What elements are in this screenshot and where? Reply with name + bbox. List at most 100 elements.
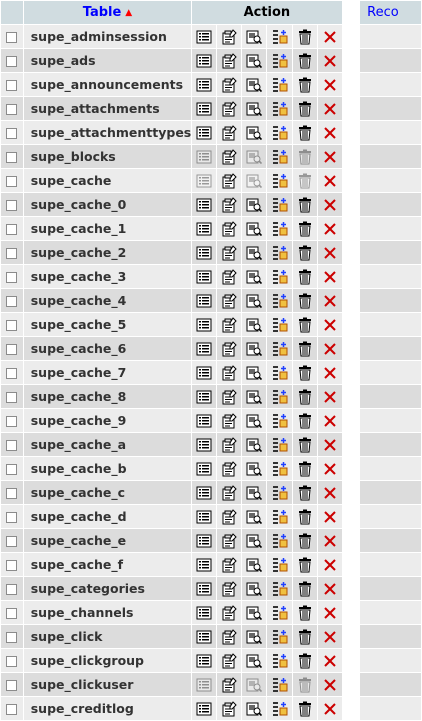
table-name[interactable]: supe_cache_9 [23, 409, 192, 432]
empty-icon[interactable] [293, 221, 317, 237]
drop-icon[interactable] [318, 486, 341, 500]
search-icon[interactable] [242, 341, 266, 357]
search-icon[interactable] [242, 293, 266, 309]
insert-icon[interactable] [267, 245, 292, 261]
sort-ascending-icon[interactable]: ▲ [125, 8, 132, 18]
search-icon[interactable] [242, 605, 266, 621]
drop-icon[interactable] [318, 174, 341, 188]
row-checkbox[interactable] [6, 440, 18, 451]
insert-icon[interactable] [267, 461, 292, 477]
search-icon[interactable] [242, 245, 266, 261]
empty-icon[interactable] [293, 317, 317, 333]
drop-icon[interactable] [318, 702, 341, 716]
empty-icon[interactable] [293, 485, 317, 501]
empty-icon[interactable] [293, 389, 317, 405]
row-checkbox[interactable] [6, 224, 18, 235]
browse-icon[interactable] [192, 582, 216, 596]
browse-icon[interactable] [192, 438, 216, 452]
table-name[interactable]: supe_cache_0 [23, 193, 192, 216]
search-icon[interactable] [242, 29, 266, 45]
insert-icon[interactable] [267, 437, 292, 453]
row-checkbox[interactable] [6, 416, 18, 427]
row-checkbox[interactable] [6, 512, 18, 523]
row-checkbox[interactable] [6, 344, 18, 355]
structure-icon[interactable] [217, 76, 241, 93]
search-icon[interactable] [242, 485, 266, 501]
row-checkbox[interactable] [6, 56, 18, 67]
table-name[interactable]: supe_cache_b [23, 457, 192, 480]
structure-icon[interactable] [217, 220, 241, 237]
records-column-header[interactable]: Reco [360, 1, 421, 24]
insert-icon[interactable] [267, 389, 292, 405]
drop-icon[interactable] [318, 318, 341, 332]
structure-icon[interactable] [217, 532, 241, 549]
empty-icon[interactable] [293, 629, 317, 645]
table-name[interactable]: supe_categories [23, 577, 192, 600]
insert-icon[interactable] [267, 557, 292, 573]
structure-icon[interactable] [217, 172, 241, 189]
search-icon[interactable] [242, 125, 266, 141]
table-name[interactable]: supe_cache_5 [23, 313, 192, 336]
row-checkbox[interactable] [6, 560, 18, 571]
browse-icon[interactable] [192, 126, 216, 140]
empty-icon[interactable] [293, 125, 317, 141]
structure-icon[interactable] [217, 364, 241, 381]
row-checkbox[interactable] [6, 488, 18, 499]
structure-icon[interactable] [217, 484, 241, 501]
browse-icon[interactable] [192, 462, 216, 476]
empty-icon[interactable] [293, 461, 317, 477]
row-checkbox[interactable] [6, 152, 18, 163]
insert-icon[interactable] [267, 149, 292, 165]
empty-icon[interactable] [293, 413, 317, 429]
empty-icon[interactable] [293, 269, 317, 285]
insert-icon[interactable] [267, 509, 292, 525]
browse-icon[interactable] [192, 510, 216, 524]
row-checkbox[interactable] [6, 632, 18, 643]
empty-icon[interactable] [293, 197, 317, 213]
row-checkbox[interactable] [6, 680, 18, 691]
table-name[interactable]: supe_ads [23, 49, 192, 72]
row-checkbox[interactable] [6, 656, 18, 667]
table-name[interactable]: supe_cache_4 [23, 289, 192, 312]
insert-icon[interactable] [267, 77, 292, 93]
browse-icon[interactable] [192, 366, 216, 380]
insert-icon[interactable] [267, 101, 292, 117]
empty-icon[interactable] [293, 29, 317, 45]
table-name[interactable]: supe_cache [23, 169, 192, 192]
search-icon[interactable] [242, 629, 266, 645]
browse-icon[interactable] [192, 606, 216, 620]
drop-icon[interactable] [318, 678, 341, 692]
row-checkbox[interactable] [6, 272, 18, 283]
browse-icon[interactable] [192, 102, 216, 116]
structure-icon[interactable] [217, 100, 241, 117]
empty-icon[interactable] [293, 101, 317, 117]
insert-icon[interactable] [267, 485, 292, 501]
search-icon[interactable] [242, 365, 266, 381]
table-name[interactable]: supe_cache_7 [23, 361, 192, 384]
insert-icon[interactable] [267, 269, 292, 285]
search-icon[interactable] [242, 101, 266, 117]
search-icon[interactable] [242, 197, 266, 213]
empty-icon[interactable] [293, 53, 317, 69]
browse-icon[interactable] [192, 198, 216, 212]
insert-icon[interactable] [267, 653, 292, 669]
records-column-label[interactable]: Reco [367, 5, 399, 20]
table-name[interactable]: supe_clickuser [23, 673, 192, 696]
structure-icon[interactable] [217, 580, 241, 597]
row-checkbox[interactable] [6, 248, 18, 259]
search-icon[interactable] [242, 533, 266, 549]
drop-icon[interactable] [318, 462, 341, 476]
structure-icon[interactable] [217, 148, 241, 165]
insert-icon[interactable] [267, 221, 292, 237]
insert-icon[interactable] [267, 413, 292, 429]
empty-icon[interactable] [293, 533, 317, 549]
structure-icon[interactable] [217, 292, 241, 309]
structure-icon[interactable] [217, 196, 241, 213]
drop-icon[interactable] [318, 54, 341, 68]
insert-icon[interactable] [267, 605, 292, 621]
empty-icon[interactable] [293, 557, 317, 573]
search-icon[interactable] [242, 509, 266, 525]
drop-icon[interactable] [318, 150, 341, 164]
insert-icon[interactable] [267, 317, 292, 333]
drop-icon[interactable] [318, 510, 341, 524]
